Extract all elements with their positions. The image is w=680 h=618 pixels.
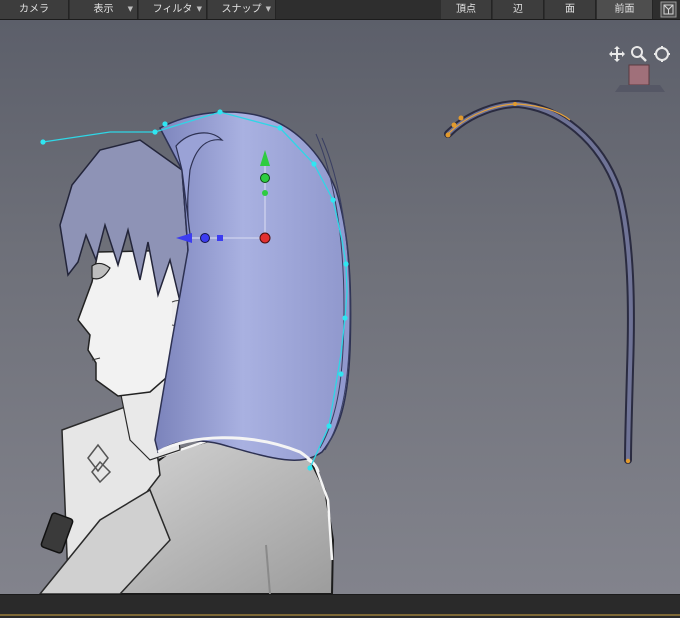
vertex-mode-button[interactable]: 頂点 — [441, 0, 492, 19]
spline-point[interactable] — [277, 125, 283, 131]
spline-point[interactable] — [152, 129, 158, 135]
spline-point[interactable] — [330, 197, 336, 203]
edge-mode-label: 辺 — [513, 4, 523, 15]
display-menu[interactable]: 表示 ▼ — [70, 0, 138, 19]
front-view-label: 前面 — [614, 4, 635, 15]
snap-menu-label: スナップ — [221, 4, 262, 15]
front-view-button[interactable]: 前面 — [597, 0, 653, 19]
character-model[interactable] — [39, 109, 352, 594]
status-bar — [0, 594, 680, 618]
vertex-mode-label: 頂点 — [456, 4, 476, 15]
path-point[interactable] — [458, 115, 464, 121]
path-point[interactable] — [451, 122, 457, 128]
spline-point[interactable] — [217, 109, 223, 115]
status-accent-line — [0, 614, 680, 616]
spline-point[interactable] — [40, 139, 46, 145]
camera-menu[interactable]: カメラ — [0, 0, 69, 19]
3d-viewport[interactable] — [0, 20, 680, 594]
hair-path-curve[interactable] — [444, 99, 635, 464]
viewport-toolbar: カメラ 表示 ▼ フィルタ ▼ スナップ ▼ 頂点 辺 面 前面 — [0, 0, 680, 20]
snap-menu[interactable]: スナップ ▼ — [208, 0, 276, 19]
spline-point[interactable] — [162, 121, 168, 127]
path-point[interactable] — [445, 132, 451, 138]
spline-point[interactable] — [343, 261, 349, 267]
spline-point[interactable] — [342, 315, 348, 321]
gizmo-center[interactable] — [259, 232, 271, 244]
camera-menu-label: カメラ — [19, 4, 49, 15]
gizmo-x-handle[interactable] — [200, 233, 210, 243]
material-swatch[interactable] — [615, 64, 665, 92]
hair-path-inner — [446, 101, 633, 461]
dropdown-arrow-icon: ▼ — [265, 5, 271, 13]
gizmo-y-handle-small[interactable] — [262, 190, 268, 196]
filter-menu-label: フィルタ — [152, 4, 193, 15]
dropdown-arrow-icon: ▼ — [196, 5, 202, 13]
gizmo-y-handle[interactable] — [260, 173, 270, 183]
move-view-icon[interactable] — [608, 45, 626, 63]
face-mode-label: 面 — [565, 4, 575, 15]
face-mode-button[interactable]: 面 — [545, 0, 596, 19]
path-end-point[interactable] — [625, 458, 631, 464]
gizmo-x-handle-small[interactable] — [217, 235, 223, 241]
edge-mode-button[interactable]: 辺 — [493, 0, 544, 19]
path-point[interactable] — [513, 102, 517, 106]
dropdown-arrow-icon: ▼ — [127, 5, 133, 13]
spline-point[interactable] — [338, 371, 344, 377]
zoom-view-icon[interactable] — [630, 45, 648, 63]
spline-point[interactable] — [311, 161, 317, 167]
filter-menu[interactable]: フィルタ ▼ — [139, 0, 207, 19]
spline-point[interactable] — [326, 423, 332, 429]
scene-canvas[interactable] — [0, 20, 680, 594]
view-cube-icon[interactable] — [660, 1, 677, 18]
spline-point[interactable] — [307, 465, 313, 471]
rotate-view-icon[interactable] — [653, 45, 671, 63]
display-menu-label: 表示 — [93, 4, 114, 15]
